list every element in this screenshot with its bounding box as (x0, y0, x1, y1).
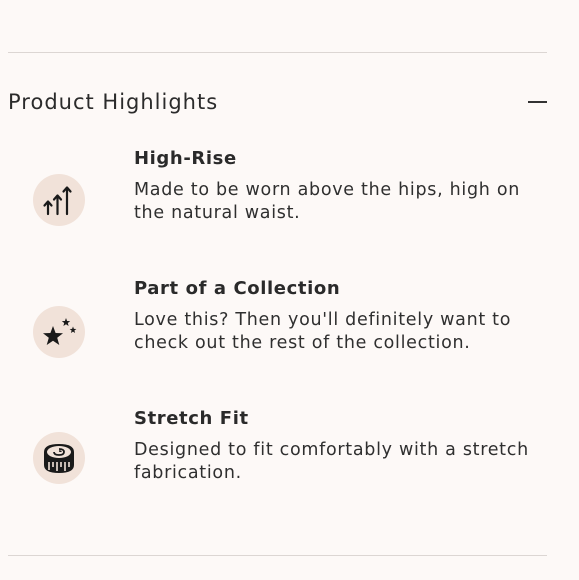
minus-icon[interactable] (527, 92, 547, 112)
highlight-title: Part of a Collection (134, 278, 341, 299)
rising-arrows-icon (33, 174, 85, 226)
product-highlights-panel: Product Highlights High-Rise Made to be … (0, 0, 579, 580)
measuring-tape-icon (33, 432, 85, 484)
highlight-title: High-Rise (134, 148, 237, 169)
highlight-description: Made to be worn above the hips, high on … (134, 180, 521, 223)
section-title: Product Highlights (8, 90, 219, 114)
product-highlights-accordion-header[interactable]: Product Highlights (8, 84, 547, 120)
highlight-description: Designed to fit comfortably with a stret… (134, 440, 529, 483)
stars-icon (33, 306, 85, 358)
bottom-divider (8, 555, 547, 556)
highlight-description: Love this? Then you'll definitely want t… (134, 310, 512, 353)
top-divider (8, 52, 547, 53)
highlight-title: Stretch Fit (134, 408, 249, 429)
